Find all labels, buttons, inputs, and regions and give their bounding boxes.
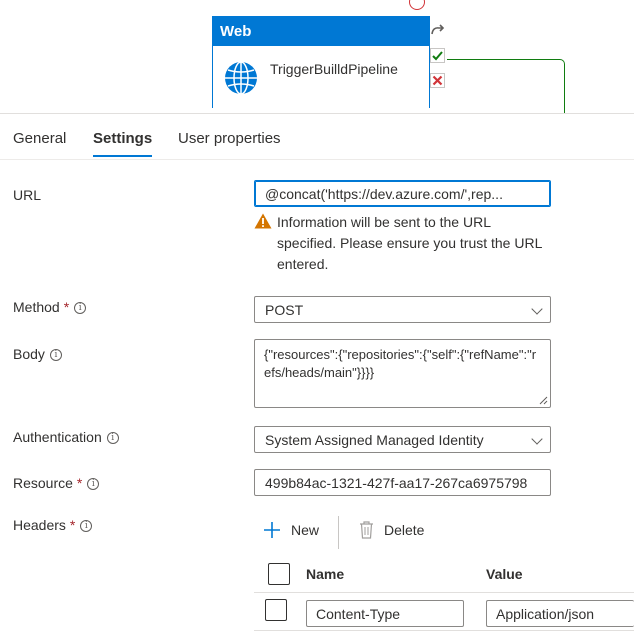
url-label: URL [13,187,42,203]
tab-user-properties[interactable]: User properties [178,130,281,147]
info-icon[interactable]: i [74,302,87,314]
output-port[interactable] [409,0,425,10]
tab-settings[interactable]: Settings [93,130,152,147]
required-asterisk: * [63,299,70,315]
warning-text: Information will be sent to the URL spec… [277,214,542,272]
headers-grid: Name Value Content-Type Application/json [254,552,634,631]
activity-body: TriggerBuilldPipeline [213,46,429,109]
failure-x-icon[interactable] [430,73,445,88]
body-textarea[interactable]: {"resources":{"repositories":{"self":{"r… [254,339,551,408]
toolbar-divider [338,516,339,549]
select-all-checkbox[interactable] [268,563,290,585]
delete-header-button[interactable]: Delete [359,521,424,539]
headers-label: Headers * i [13,517,93,533]
method-select[interactable]: POST [254,296,551,323]
redo-icon[interactable] [430,23,445,38]
info-icon[interactable]: i [49,349,62,361]
header-name-input[interactable]: Content-Type [306,600,464,627]
trash-icon [360,521,373,539]
info-icon[interactable]: i [87,478,100,490]
body-value: {"resources":{"repositories":{"self":{"r… [264,347,537,380]
activity-type-label: Web [213,17,429,46]
url-input[interactable]: @concat('https://dev.azure.com/',rep... [254,180,551,207]
header-value-input[interactable]: Application/json [486,600,634,627]
row-checkbox[interactable] [265,599,287,621]
required-asterisk: * [69,517,76,533]
active-tab-indicator [93,155,152,157]
activity-side-actions [430,23,447,98]
info-icon[interactable]: i [80,520,93,532]
table-row: Content-Type Application/json [254,593,634,631]
success-connector-line [447,59,565,113]
resize-grip-icon[interactable] [538,395,548,405]
chevron-down-icon [531,303,543,315]
success-check-icon[interactable] [430,48,445,63]
tab-bar: General Settings User properties [0,114,634,160]
resource-label: Resource * i [13,475,100,491]
globe-icon [225,61,257,95]
column-header-name: Name [306,566,345,582]
method-label: Method * i [13,299,87,315]
column-header-value: Value [486,566,523,582]
headers-label-text: Headers [13,517,66,533]
authentication-value: System Assigned Managed Identity [265,432,484,448]
method-label-text: Method [13,299,60,315]
resource-input[interactable]: 499b84ac-1321-427f-aa17-267ca6975798 [254,469,551,496]
delete-button-label: Delete [384,522,425,538]
tab-general[interactable]: General [13,130,66,147]
method-value: POST [265,302,304,318]
authentication-label: Authentication i [13,429,119,445]
required-asterisk: * [76,475,83,491]
resource-label-text: Resource [13,475,73,491]
new-header-button[interactable]: New [263,521,319,539]
new-button-label: New [291,522,320,538]
grid-header-row: Name Value [254,552,634,593]
warning-icon [254,213,272,229]
body-label-text: Body [13,346,45,362]
web-activity-node[interactable]: Web TriggerBuilldPipeline [212,16,430,109]
chevron-down-icon [531,433,543,445]
plus-icon [264,522,280,538]
body-label: Body i [13,346,62,362]
authentication-label-text: Authentication [13,429,102,445]
headers-toolbar: New Delete [254,515,634,552]
activity-name: TriggerBuilldPipeline [270,61,398,77]
authentication-select[interactable]: System Assigned Managed Identity [254,426,551,453]
info-icon[interactable]: i [106,432,119,444]
pipeline-canvas: Web TriggerBuilldPipeline [0,0,634,113]
